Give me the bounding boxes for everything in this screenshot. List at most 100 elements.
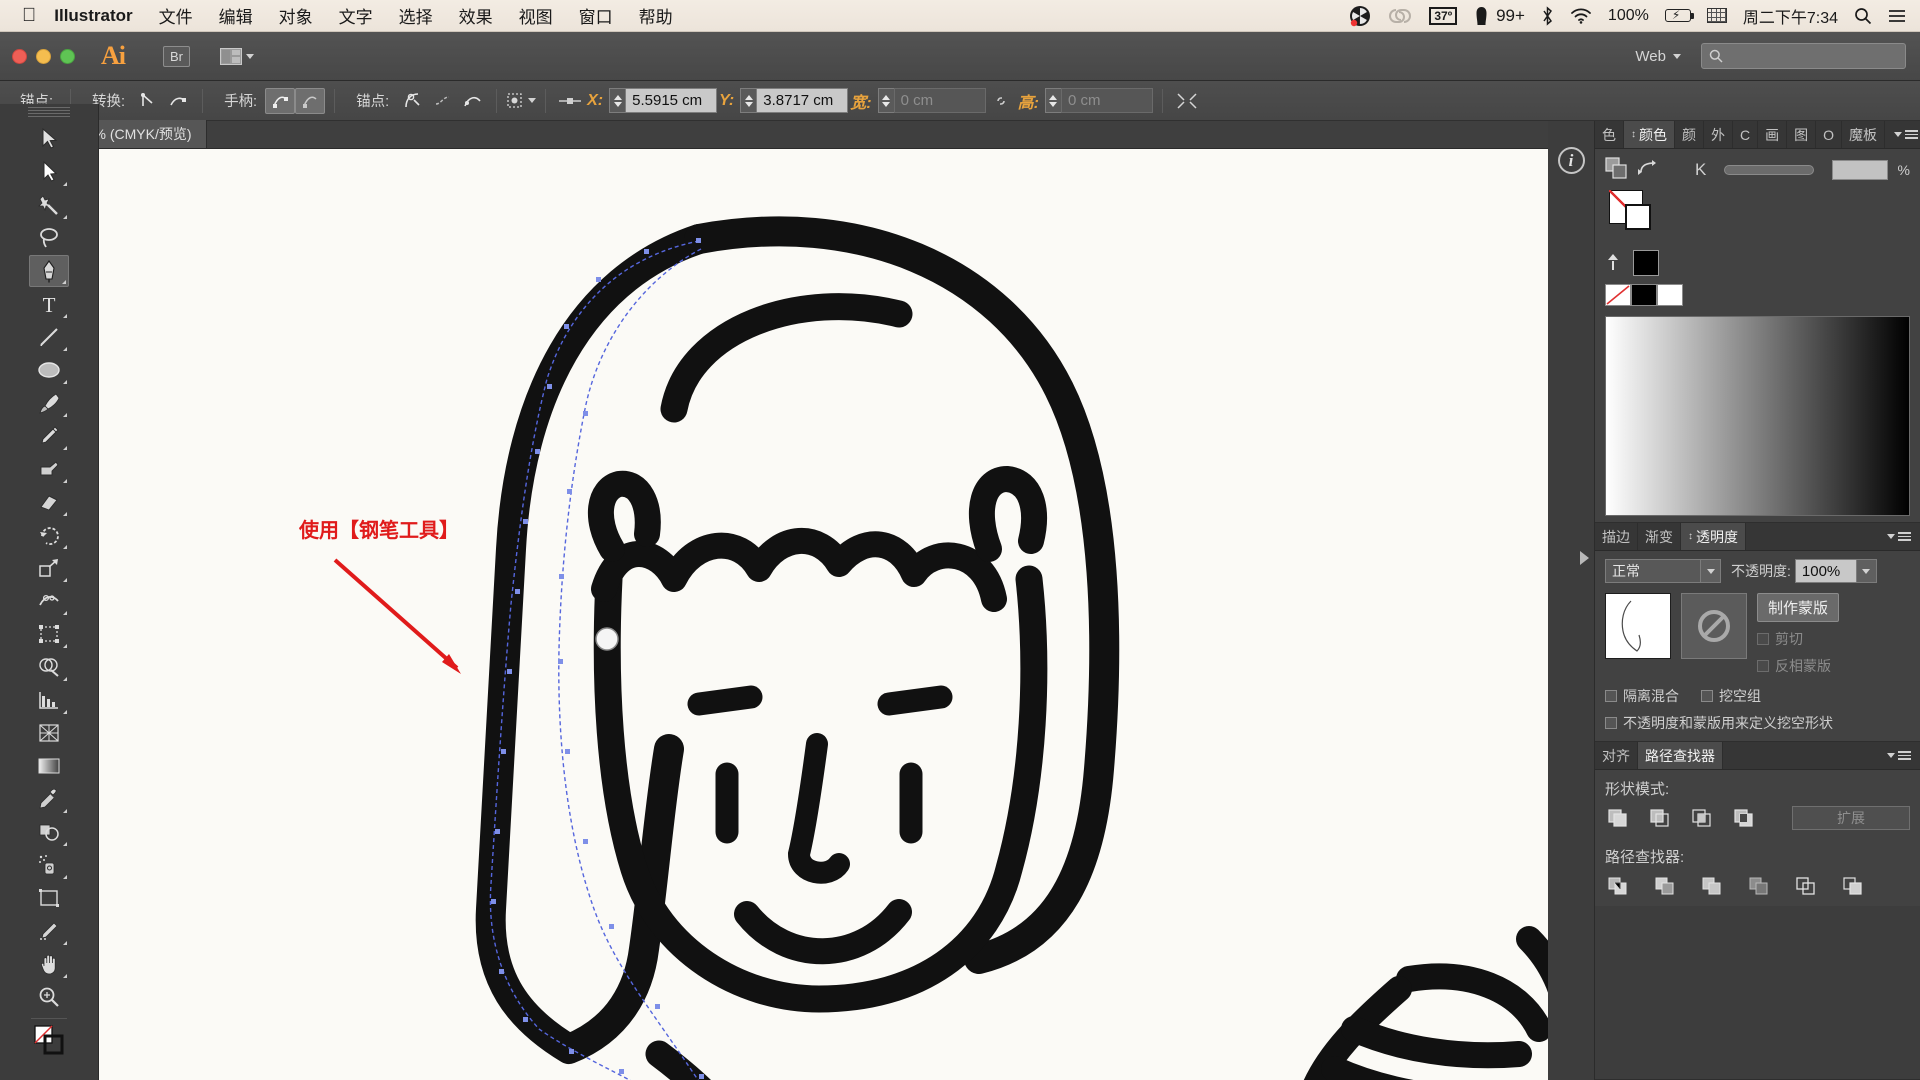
creative-cloud-icon[interactable] <box>1387 6 1413 26</box>
transparency-panel-menu-button[interactable] <box>1878 523 1920 550</box>
swap-fill-stroke-icon[interactable] <box>1637 158 1659 181</box>
menu-file[interactable]: 文件 <box>159 3 193 28</box>
fill-stroke-swatches[interactable] <box>29 1023 69 1057</box>
menu-object[interactable]: 对象 <box>279 3 313 28</box>
convert-to-corner-button[interactable] <box>133 88 163 114</box>
tab-align[interactable]: 对齐 <box>1595 742 1638 769</box>
tab-transparency[interactable]: ↕ 透明度 <box>1681 523 1746 550</box>
cut-path-button[interactable] <box>427 88 457 114</box>
clip-checkbox-row[interactable]: 剪切 <box>1757 629 1839 649</box>
menu-effect[interactable]: 效果 <box>459 3 493 28</box>
clip-checkbox[interactable] <box>1757 633 1769 645</box>
menu-type[interactable]: 文字 <box>339 3 373 28</box>
tab-color[interactable]: ↕ 颜色 <box>1624 121 1675 148</box>
tab-brushes[interactable]: 画 <box>1758 121 1788 148</box>
free-transform-tool[interactable] <box>29 618 69 650</box>
width-stepper[interactable] <box>877 88 894 113</box>
minimize-window-button[interactable] <box>36 48 51 64</box>
notification-avatar-icon[interactable] <box>1473 6 1490 26</box>
isolate-blending-row[interactable]: 隔离混合 <box>1605 686 1679 706</box>
opacity-knockout-row[interactable]: 不透明度和蒙版用来定义挖空形状 <box>1605 713 1910 733</box>
tab-links[interactable]: O <box>1816 121 1843 148</box>
unite-button[interactable] <box>1605 806 1631 830</box>
connect-anchors-button[interactable] <box>457 88 487 114</box>
input-source-icon[interactable] <box>1706 8 1727 23</box>
outline-button[interactable] <box>1793 874 1819 898</box>
y-coordinate-field[interactable]: 3.8717 cm <box>740 88 849 113</box>
menu-help[interactable]: 帮助 <box>639 3 673 28</box>
k-channel-value[interactable] <box>1831 159 1888 180</box>
blend-mode-value[interactable]: 正常 <box>1605 559 1701 583</box>
divide-button[interactable] <box>1605 874 1631 898</box>
y-value[interactable]: 3.8717 cm <box>756 88 849 113</box>
invert-mask-checkbox-row[interactable]: 反相蒙版 <box>1757 656 1839 676</box>
fill-stroke-swatch-group[interactable] <box>1605 186 1910 244</box>
tab-swatches[interactable]: 色 <box>1595 121 1624 148</box>
width-tool[interactable] <box>29 585 69 617</box>
knockout-group-row[interactable]: 挖空组 <box>1701 686 1761 706</box>
workspace-switcher[interactable]: Web <box>1635 48 1681 65</box>
eraser-tool[interactable] <box>29 486 69 518</box>
eyedropper-tool[interactable] <box>29 783 69 815</box>
info-panel-icon[interactable]: i <box>1557 147 1585 174</box>
blob-brush-tool[interactable] <box>29 453 69 485</box>
trim-button[interactable] <box>1652 874 1678 898</box>
stroke-swatch[interactable] <box>1625 204 1651 230</box>
intersect-button[interactable] <box>1689 806 1715 830</box>
canvas-area[interactable]: 使用【钢笔工具】 <box>99 149 1594 1080</box>
x-stepper[interactable] <box>609 88 626 113</box>
transform-panel-button[interactable] <box>1172 88 1202 114</box>
minus-front-button[interactable] <box>1647 806 1673 830</box>
direct-selection-tool[interactable] <box>29 156 69 188</box>
exclude-button[interactable] <box>1731 806 1757 830</box>
isolate-selected-button[interactable] <box>506 88 537 114</box>
opacity-knockout-checkbox[interactable] <box>1605 717 1617 729</box>
line-segment-tool[interactable] <box>29 321 69 353</box>
color-panel-menu-button[interactable] <box>1885 121 1920 148</box>
x-coordinate-field[interactable]: 5.5915 cm <box>609 88 718 113</box>
tab-color-guide[interactable]: 颜 <box>1675 121 1704 148</box>
default-colors-icon[interactable] <box>1605 252 1621 275</box>
pencil-tool[interactable] <box>29 420 69 452</box>
gradient-tool[interactable] <box>29 750 69 782</box>
hand-tool[interactable] <box>29 948 69 980</box>
make-mask-button[interactable]: 制作蒙版 <box>1757 593 1840 622</box>
remove-anchor-button[interactable] <box>397 88 427 114</box>
object-thumbnail[interactable] <box>1605 593 1671 659</box>
maximize-window-button[interactable] <box>60 48 75 64</box>
hide-handles-button[interactable] <box>295 87 326 114</box>
x-value[interactable]: 5.5915 cm <box>625 88 718 113</box>
toolbar-drag-grip[interactable] <box>28 107 70 119</box>
height-stepper[interactable] <box>1044 88 1061 113</box>
menu-edit[interactable]: 编辑 <box>219 3 253 28</box>
wifi-icon[interactable] <box>1570 7 1592 24</box>
scale-tool[interactable] <box>29 552 69 584</box>
menu-view[interactable]: 视图 <box>519 3 553 28</box>
blend-tool[interactable] <box>29 816 69 848</box>
black-quick-swatch[interactable] <box>1631 284 1657 306</box>
menu-select[interactable]: 选择 <box>399 3 433 28</box>
tab-gradient[interactable]: 渐变 <box>1638 523 1681 550</box>
control-center-icon[interactable] <box>1888 8 1906 24</box>
bridge-button[interactable]: Br <box>163 45 190 67</box>
tab-graphic-styles[interactable]: C <box>1733 121 1759 148</box>
tab-templates[interactable]: 魔板 <box>1842 121 1886 148</box>
isolate-blending-checkbox[interactable] <box>1605 690 1617 702</box>
magic-wand-tool[interactable] <box>29 189 69 221</box>
column-graph-tool[interactable] <box>29 684 69 716</box>
mesh-tool[interactable] <box>29 717 69 749</box>
menu-window[interactable]: 窗口 <box>579 3 613 28</box>
spotlight-search-icon[interactable] <box>1854 7 1872 25</box>
symbol-sprayer-tool[interactable] <box>29 849 69 881</box>
obs-record-icon[interactable] <box>1349 5 1371 27</box>
collapse-panel-arrow-icon[interactable] <box>1580 551 1589 565</box>
color-spectrum-ramp[interactable] <box>1605 316 1910 516</box>
tab-symbols[interactable]: 图 <box>1787 121 1817 148</box>
y-stepper[interactable] <box>740 88 757 113</box>
bluetooth-icon[interactable] <box>1541 5 1554 26</box>
expand-button[interactable]: 扩展 <box>1792 806 1910 830</box>
battery-icon[interactable]: ⚡ <box>1664 8 1694 22</box>
height-field[interactable]: 0 cm <box>1044 88 1153 113</box>
minus-back-button[interactable] <box>1840 874 1866 898</box>
menubar-app-name[interactable]: Illustrator <box>54 6 132 26</box>
